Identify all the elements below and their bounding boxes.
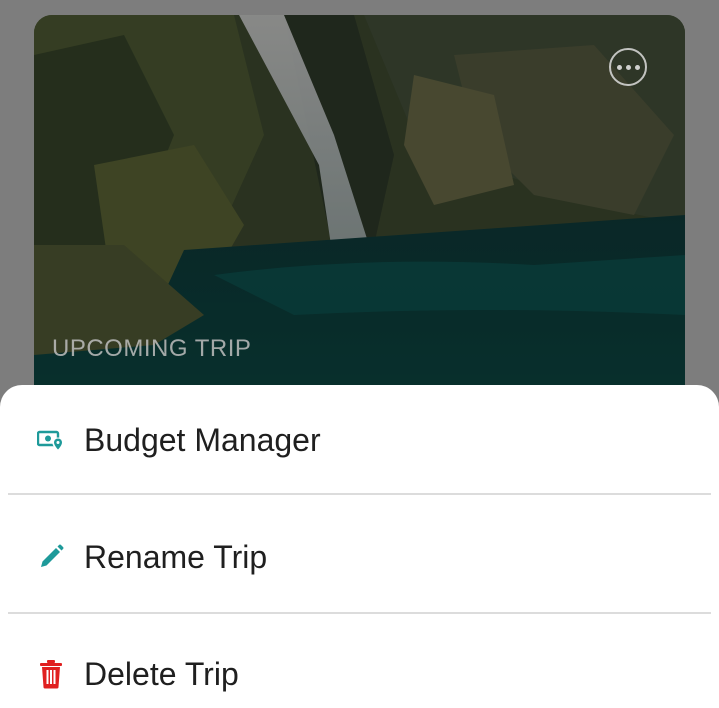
trip-status-label: UPCOMING TRIP — [52, 335, 252, 362]
divider — [8, 493, 711, 495]
more-options-button[interactable] — [609, 48, 647, 86]
trash-icon — [36, 659, 66, 689]
divider — [8, 612, 711, 614]
menu-item-label: Budget Manager — [84, 421, 321, 458]
menu-item-delete-trip[interactable]: Delete Trip — [0, 619, 719, 708]
trip-options-sheet: Budget Manager Rename Trip Delete Trip — [0, 385, 719, 708]
trip-card[interactable]: UPCOMING TRIP — [34, 15, 685, 435]
pencil-icon — [36, 542, 66, 572]
menu-item-label: Delete Trip — [84, 655, 239, 692]
more-horizontal-icon — [616, 64, 622, 70]
menu-item-budget-manager[interactable]: Budget Manager — [0, 385, 719, 495]
menu-item-rename-trip[interactable]: Rename Trip — [0, 502, 719, 612]
menu-item-label: Rename Trip — [84, 538, 268, 575]
trip-cover-image — [34, 15, 685, 435]
budget-icon — [36, 425, 66, 455]
